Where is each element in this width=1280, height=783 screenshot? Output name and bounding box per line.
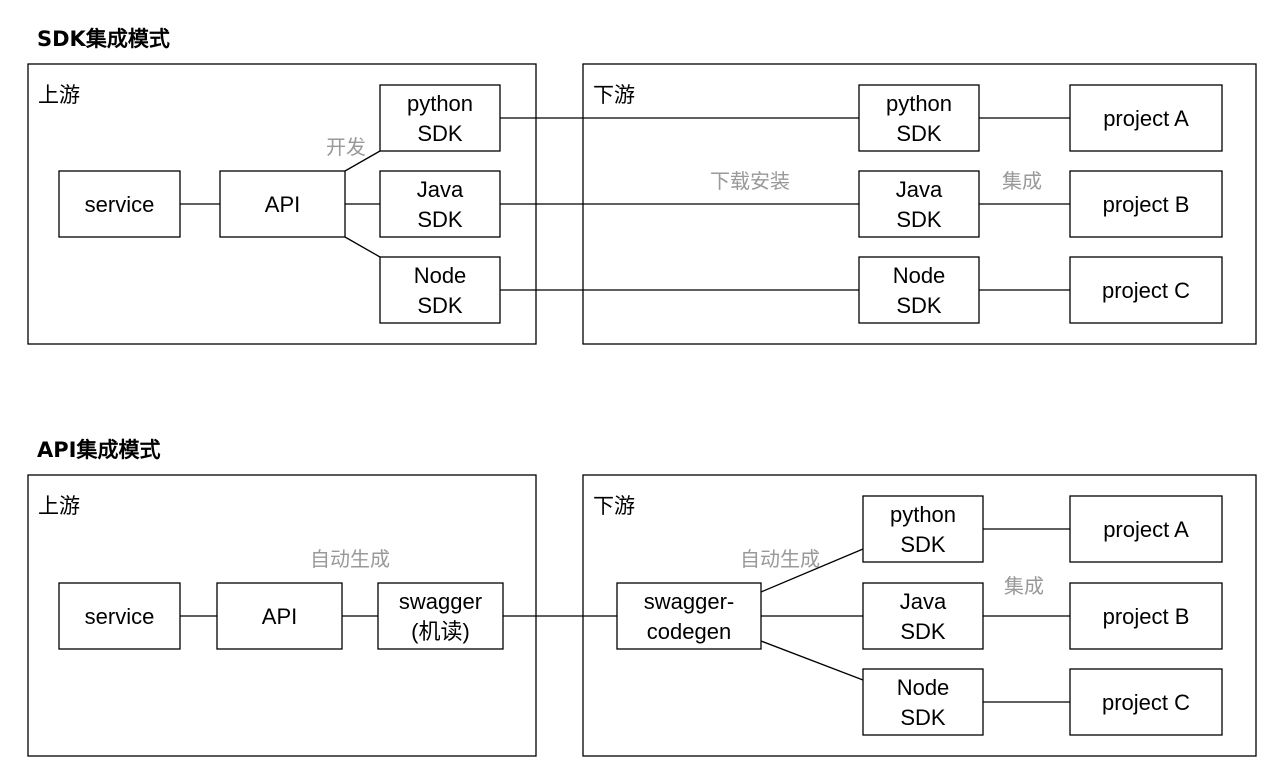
node-label: SDK — [900, 532, 946, 557]
node-down-python: python SDK — [862, 495, 984, 563]
section-sdk: SDK集成模式上游 下游service APIpythonSDKJavaSDKNod… — [27, 27, 1257, 345]
upstream-label: 上游 — [38, 494, 80, 518]
node-service: service — [58, 582, 181, 650]
downstream-label: 下游 — [593, 83, 635, 107]
node-up-java: Java SDK — [379, 170, 501, 238]
node-label: Node — [414, 263, 467, 288]
node-swagger: swagger (机读) — [377, 582, 504, 650]
node-down-java: Java SDK — [862, 582, 984, 650]
node-label: SDK — [417, 207, 463, 232]
node-down-java: Java SDK — [858, 170, 980, 238]
node-label: project C — [1102, 278, 1190, 303]
node-label: project B — [1103, 604, 1190, 629]
node-label: SDK — [900, 619, 946, 644]
node-project-c: project C — [1069, 668, 1223, 736]
node-down-node: Node SDK — [862, 668, 984, 736]
node-label: SDK — [896, 207, 942, 232]
node-label: API — [265, 192, 300, 217]
section-title: API集成模式 — [37, 438, 160, 462]
annotation-integrate: 集成 — [1002, 169, 1042, 193]
downstream-label: 下游 — [593, 494, 635, 518]
section-api: API集成模式上游 下游 service API swagger (机读) swagger-… — [27, 438, 1257, 757]
node-label: codegen — [647, 619, 731, 644]
node-api: API — [216, 582, 343, 650]
node-codegen: swagger-codegen — [616, 582, 762, 650]
node-label: Node — [893, 263, 946, 288]
node-project-b: project B — [1069, 582, 1223, 650]
node-up-python: python SDK — [379, 84, 501, 152]
node-project-b: project B — [1069, 170, 1223, 238]
node-label: Java — [417, 177, 464, 202]
node-label: project B — [1103, 192, 1190, 217]
node-label: SDK — [417, 293, 463, 318]
annotation-download-install: 下载安装 — [710, 169, 790, 193]
node-down-python: python SDK — [858, 84, 980, 152]
node-label: service — [85, 192, 155, 217]
node-label: python — [890, 502, 956, 527]
annotation-auto-generate-down: 自动生成 — [740, 547, 820, 571]
node-api: API — [219, 170, 346, 238]
node-label: project A — [1103, 106, 1189, 131]
node-label: API — [262, 604, 297, 629]
node-label: Java — [896, 177, 943, 202]
node-label: project A — [1103, 517, 1189, 542]
node-service: service — [58, 170, 181, 238]
node-label: python — [407, 91, 473, 116]
node-label: SDK — [896, 121, 942, 146]
annotation-integrate: 集成 — [1004, 574, 1044, 598]
node-label: python — [886, 91, 952, 116]
node-label: (机读) — [411, 619, 470, 644]
node-label: project C — [1102, 690, 1190, 715]
node-label: service — [85, 604, 155, 629]
section-title: SDK集成模式 — [37, 27, 170, 51]
annotation-auto-generate-up: 自动生成 — [310, 547, 390, 571]
node-up-node: Node SDK — [379, 256, 501, 324]
node-project-a: project A — [1069, 495, 1223, 563]
node-label: Node — [897, 675, 950, 700]
upstream-label: 上游 — [38, 83, 80, 107]
node-label: SDK — [417, 121, 463, 146]
node-label: Java — [900, 589, 947, 614]
node-label: swagger — [399, 589, 482, 614]
node-project-c: project C — [1069, 256, 1223, 324]
node-label: SDK — [900, 705, 946, 730]
node-down-node: Node SDK — [858, 256, 980, 324]
node-project-a: project A — [1069, 84, 1223, 152]
node-label: SDK — [896, 293, 942, 318]
integration-modes-diagram: SDK集成模式上游 下游service APIpythonSDKJavaSDKNod… — [27, 27, 1257, 757]
node-label: swagger- — [644, 589, 734, 614]
annotation-develop: 开发 — [326, 135, 366, 159]
